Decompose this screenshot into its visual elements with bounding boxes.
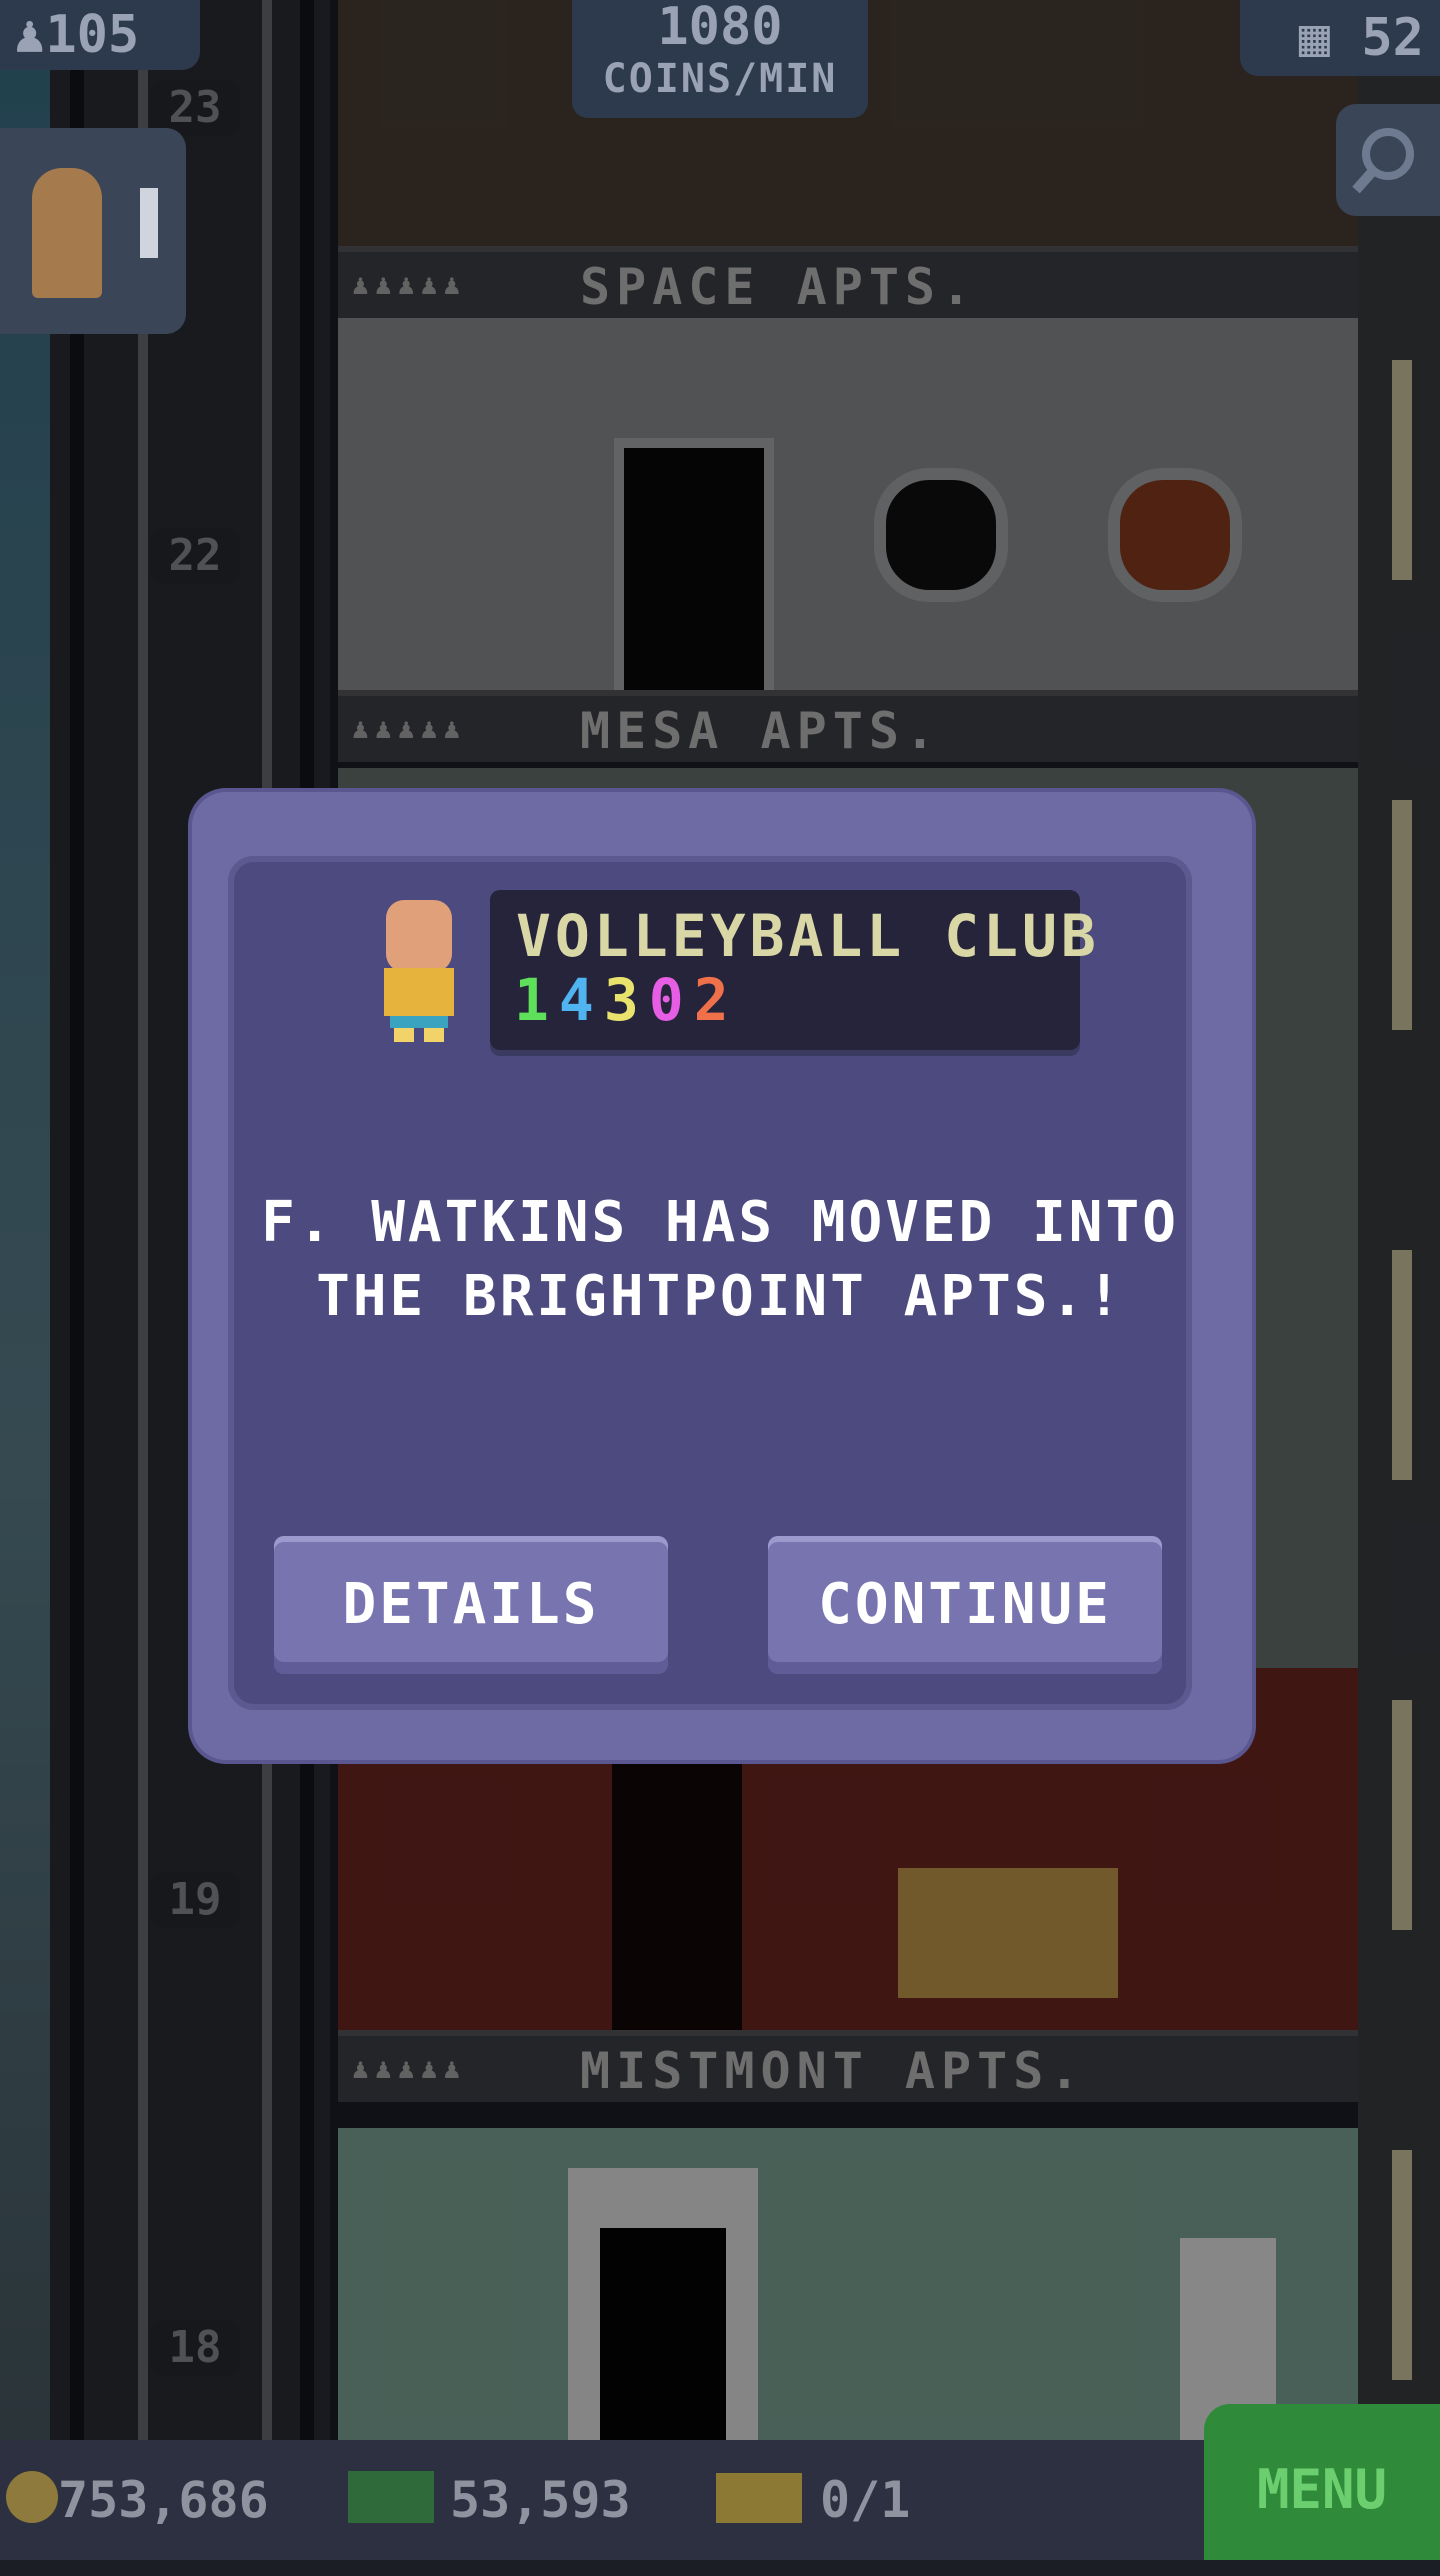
ticket-icon — [716, 2473, 802, 2523]
club-code-digit: 2 — [693, 966, 739, 1034]
continue-button[interactable]: CONTINUE — [768, 1536, 1162, 1674]
club-name: VOLLEYBALL CLUB — [516, 902, 1100, 970]
details-button[interactable]: DETAILS — [274, 1536, 668, 1674]
bux-balance[interactable]: 53,593 — [348, 2470, 631, 2530]
coins-per-minute-panel: 1080 COINS/MIN — [572, 0, 868, 118]
club-code: 14302 — [514, 966, 739, 1034]
club-code-digit: 1 — [514, 966, 559, 1034]
bux-icon — [348, 2471, 434, 2523]
floor-count-button[interactable]: ▦ 52 — [1240, 0, 1440, 76]
menu-button[interactable]: MENU — [1204, 2404, 1440, 2560]
bitizen-alert-button[interactable] — [0, 128, 186, 334]
club-code-digit: 3 — [603, 966, 649, 1034]
coins-per-min-value: 1080 — [657, 0, 783, 57]
coins-balance: 753,686 — [6, 2470, 269, 2530]
coin-icon — [6, 2471, 58, 2523]
bitizen-portrait-icon — [32, 168, 102, 298]
population-counter[interactable]: ♟105 — [0, 0, 200, 70]
coins-per-min-label: COINS/MIN — [602, 56, 838, 102]
building-icon: ▦ — [1298, 8, 1331, 68]
search-icon — [1352, 128, 1414, 194]
exclamation-icon — [140, 188, 158, 258]
tickets-balance[interactable]: 0/1 — [716, 2470, 910, 2530]
move-in-message: F. WATKINS HAS MOVED INTO THE BRIGHTPOIN… — [261, 1190, 1179, 1329]
person-icon: ♟ — [14, 5, 46, 65]
search-button[interactable] — [1336, 104, 1440, 216]
club-code-digit: 0 — [648, 966, 694, 1034]
bitizen-avatar-icon — [384, 900, 454, 1042]
club-code-digit: 4 — [558, 966, 604, 1034]
